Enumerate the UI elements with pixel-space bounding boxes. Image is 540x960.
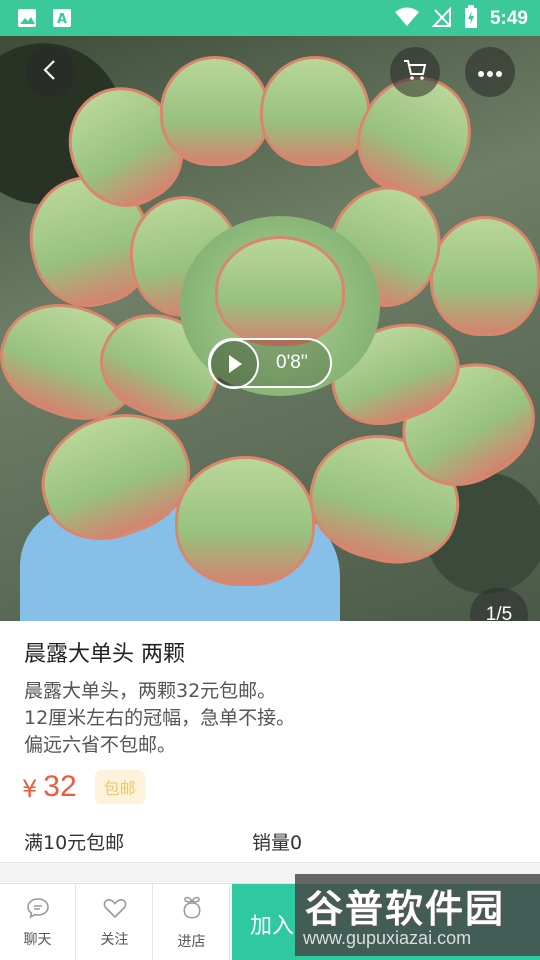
more-button[interactable] bbox=[465, 47, 515, 97]
video-duration: 0'8'' bbox=[276, 352, 309, 373]
back-button[interactable] bbox=[25, 47, 75, 97]
product-media[interactable]: 0'8'' 1/5 bbox=[0, 36, 540, 621]
watermark-title: 谷普软件园 bbox=[305, 887, 506, 931]
currency-symbol: ¥ bbox=[22, 775, 38, 803]
product-price: 32 bbox=[43, 770, 77, 803]
description-line: 偏远六省不包邮。 bbox=[24, 734, 177, 756]
chat-icon bbox=[26, 897, 50, 923]
shipping-sales-row: 满10元包邮 销量0 bbox=[24, 828, 524, 855]
play-icon bbox=[209, 339, 259, 389]
no-signal-icon bbox=[431, 6, 452, 32]
status-bar: A 5:49 bbox=[0, 0, 540, 36]
add-to-cart-label: 加入 bbox=[250, 914, 295, 939]
watermark: 谷普软件园 www.gupuxiazai.com bbox=[295, 874, 540, 956]
description-line: 晨露大单头，两颗32元包邮。 bbox=[24, 680, 277, 702]
clock: 5:49 bbox=[489, 8, 528, 29]
wifi-icon bbox=[394, 6, 420, 32]
shop-label: 进店 bbox=[177, 933, 206, 950]
chat-label: 聊天 bbox=[23, 931, 52, 948]
chevron-left-icon bbox=[40, 58, 60, 86]
video-play-button[interactable]: 0'8'' bbox=[208, 338, 332, 389]
battery-icon bbox=[464, 5, 478, 33]
product-description: 晨露大单头，两颗32元包邮。 12厘米左右的冠幅，急单不接。 偏远六省不包邮。 bbox=[24, 678, 295, 759]
shopping-cart-icon bbox=[402, 58, 428, 86]
follow-tab[interactable]: 关注 bbox=[77, 884, 153, 960]
more-dots-icon bbox=[477, 63, 503, 82]
shop-icon bbox=[180, 895, 204, 925]
chat-tab[interactable]: 聊天 bbox=[0, 884, 76, 960]
product-title: 晨露大单头 两颗 bbox=[24, 642, 185, 667]
shipping-rule: 满10元包邮 bbox=[24, 832, 125, 854]
cart-button[interactable] bbox=[390, 47, 440, 97]
free-shipping-badge: 包邮 bbox=[94, 770, 145, 804]
price-row: ¥ 32 包邮 bbox=[22, 770, 145, 804]
heart-icon bbox=[103, 897, 127, 923]
app-notification-icon: A bbox=[52, 7, 72, 33]
watermark-url: www.gupuxiazai.com bbox=[303, 928, 472, 948]
description-line: 12厘米左右的冠幅，急单不接。 bbox=[24, 707, 296, 729]
svg-text:A: A bbox=[57, 12, 67, 27]
shop-tab[interactable]: 进店 bbox=[154, 884, 230, 960]
follow-label: 关注 bbox=[100, 931, 129, 948]
gallery-notification-icon bbox=[16, 7, 38, 33]
sales-count: 销量0 bbox=[252, 832, 303, 854]
